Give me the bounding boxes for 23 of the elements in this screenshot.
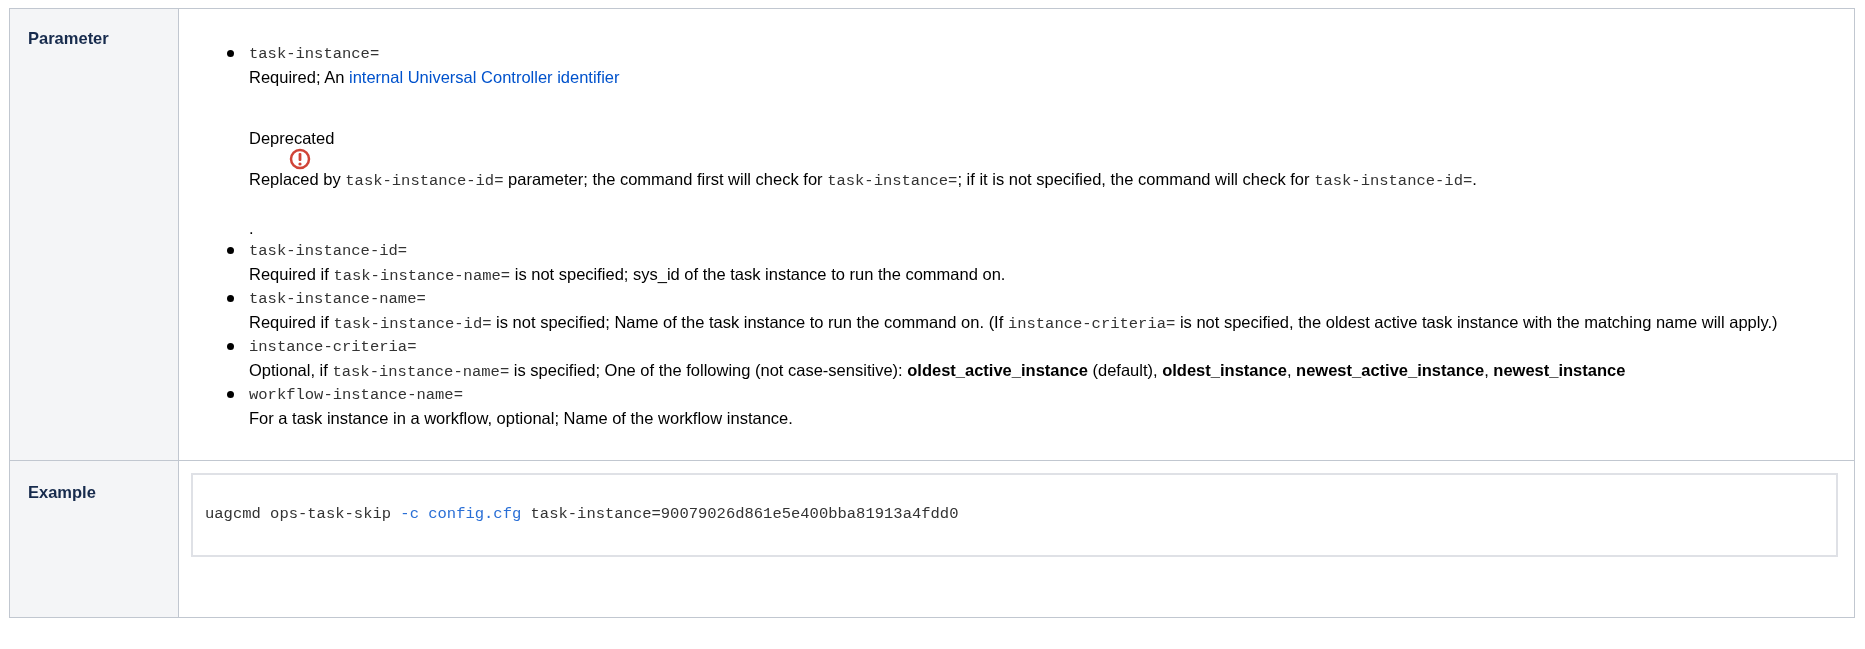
bullet-icon [227,295,234,302]
description-text: Required; An internal Universal Controller identifier [249,67,621,88]
description-text: Optional, if task-instance-name= is specified; One of the following (not case-sensitive): oldest_active_instance (default), oldest_instance, newest_active_instance, newest_instance [249,360,1627,383]
code-block: uagcmd ops-task-skip -c config.cfg task-instance=90079026d861e5e400bba81913a4fdd0 [191,473,1838,557]
parameter-name: task-instance= [249,44,381,65]
warning-icon [289,148,311,170]
bullet-icon [227,343,234,350]
deprecated-title: Deprecated [249,128,336,149]
parameter-name: task-instance-name= [249,289,427,310]
bullet-icon [227,247,234,254]
bullet-icon [227,50,234,57]
description-text: Replaced by task-instance-id= parameter; the command first will check for task-instance=; if it is not specified, the command will check for task-instance-id=. [249,169,1478,192]
description-text: Required if task-instance-name= is not specified; sys_id of the task instance to run the command on. [249,264,1007,287]
bullet-icon [227,391,234,398]
parameter-name: instance-criteria= [249,337,418,358]
description-text: Required if task-instance-id= is not specified; Name of the task instance to run the command on. (If instance-criteria= is not specified, the oldest active task instance with the matching name will apply.) [249,312,1779,335]
row-header: Parameter [9,8,179,461]
identifier-link[interactable]: internal Universal Controller identifier [349,68,620,86]
description-text: For a task instance in a workflow, optional; Name of the workflow instance. [249,408,794,429]
row-header: Example [9,460,179,618]
parameter-name: task-instance-id= [249,241,409,262]
parameter-name: workflow-instance-name= [249,385,464,406]
description-text: . [249,218,255,239]
